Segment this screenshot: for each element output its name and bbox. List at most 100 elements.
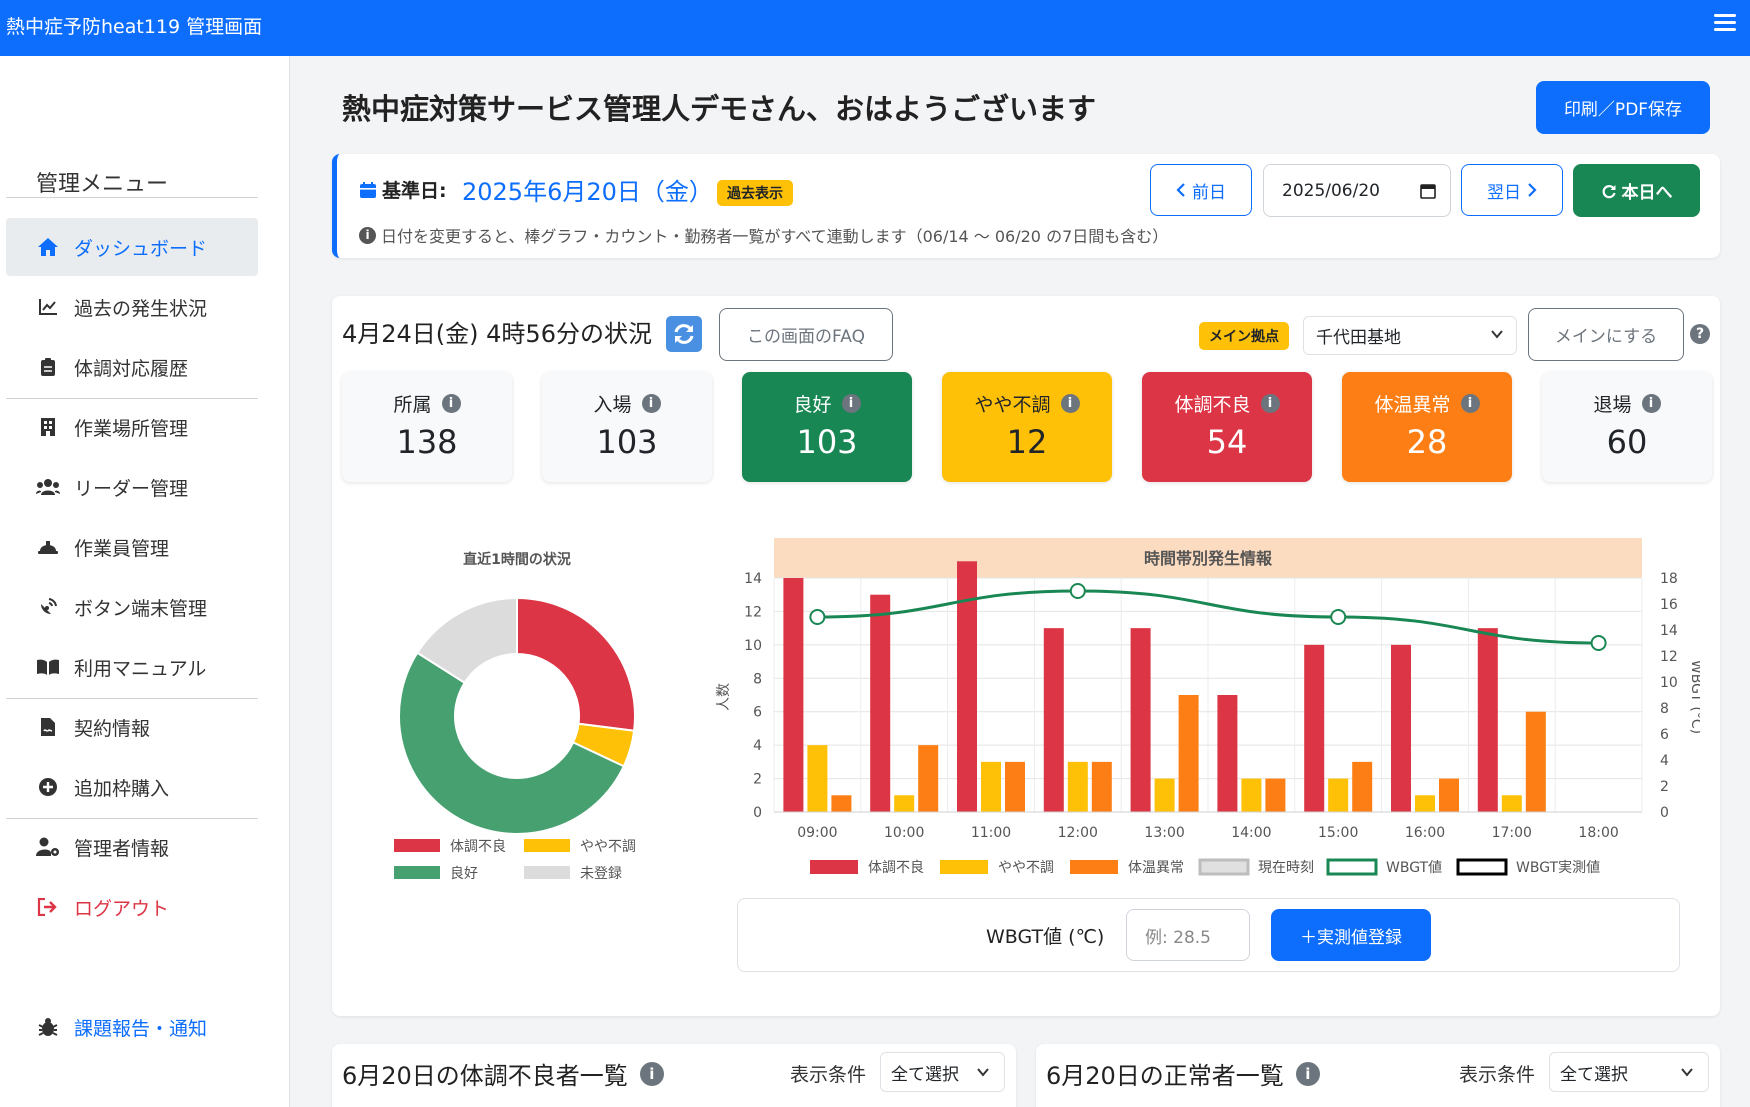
- sidebar-item-purchase[interactable]: 追加枠購入: [6, 758, 258, 816]
- legend-swatch: [394, 839, 440, 852]
- legend-label: 良好: [450, 866, 478, 882]
- status-title: 4月24日(金) 4時56分の状況: [342, 320, 652, 348]
- bar: [807, 745, 828, 812]
- donut-title: 直近1時間の状況: [463, 551, 571, 568]
- x-tick-label: 18:00: [1578, 825, 1618, 841]
- y-tick-label: 0: [753, 805, 762, 821]
- x-tick-label: 14:00: [1231, 825, 1271, 841]
- sidebar-item-contract[interactable]: 契約情報: [6, 698, 258, 756]
- chevron-left-icon: [1176, 183, 1185, 197]
- legend-label: やや不調: [580, 839, 636, 855]
- sidebar-item-workplaces[interactable]: 作業場所管理: [6, 398, 258, 456]
- next-day-button[interactable]: 翌日: [1461, 164, 1563, 216]
- sidebar: 管理メニュー ダッシュボード 過去の発生状況 体調対応履歴 作業場所管理 リーダ…: [0, 56, 290, 1107]
- info-icon[interactable]: i: [841, 394, 861, 413]
- bar: [783, 578, 804, 812]
- y2-tick-label: 2: [1660, 779, 1669, 795]
- today-button[interactable]: 本日へ: [1573, 164, 1700, 217]
- register-measurement-button[interactable]: ＋実測値登録: [1271, 909, 1431, 961]
- set-main-button[interactable]: メインにする: [1528, 308, 1684, 361]
- normal-filter-select[interactable]: 全て選択: [1549, 1052, 1709, 1092]
- calendar-icon: [360, 181, 376, 198]
- date-change-hint: i 日付を変更すると、棒グラフ・カウント・勤務者一覧がすべて連動します（06/1…: [359, 223, 1168, 247]
- y2-tick-label: 4: [1660, 753, 1669, 769]
- reload-icon[interactable]: [666, 316, 702, 352]
- stat-card-entered: 入場 i 103: [542, 372, 712, 482]
- bar: [1265, 778, 1286, 812]
- filter-label: 表示条件: [1459, 1064, 1536, 1086]
- plus-circle-icon: [36, 775, 60, 799]
- normal-list-title: 6月20日の正常者一覧 i: [1046, 1056, 1320, 1091]
- print-pdf-button[interactable]: 印刷／PDF保存: [1536, 81, 1710, 134]
- sidebar-item-label: ボタン端末管理: [74, 597, 208, 620]
- info-icon[interactable]: i: [639, 1061, 664, 1086]
- sidebar-item-manual[interactable]: 利用マニュアル: [6, 638, 258, 696]
- bar: [1328, 778, 1349, 812]
- bar: [1091, 761, 1112, 812]
- reference-date-value: 2025年6月20日（金）: [462, 178, 713, 206]
- faq-button[interactable]: この画面のFAQ: [719, 308, 893, 361]
- site-select[interactable]: 千代田基地: [1303, 316, 1517, 355]
- info-icon[interactable]: i: [1260, 394, 1280, 413]
- sidebar-heading: 管理メニュー: [36, 172, 169, 197]
- x-tick-label: 15:00: [1318, 825, 1358, 841]
- sidebar-item-condition-log[interactable]: 体調対応履歴: [6, 338, 258, 396]
- sidebar-item-issue-report[interactable]: 課題報告・通知: [6, 998, 258, 1056]
- info-icon[interactable]: i: [1295, 1061, 1320, 1086]
- info-icon[interactable]: i: [641, 394, 661, 413]
- line-chart-icon: [36, 295, 60, 319]
- sidebar-item-dashboard[interactable]: ダッシュボード: [6, 218, 258, 276]
- y2-tick-label: 10: [1660, 675, 1678, 691]
- bar: [918, 745, 939, 812]
- bar: [1439, 778, 1459, 812]
- y-tick-label: 10: [744, 638, 762, 654]
- sidebar-item-logout[interactable]: ログアウト: [6, 878, 258, 936]
- sidebar-item-label: 作業員管理: [74, 537, 170, 560]
- bar: [831, 795, 852, 812]
- stat-card-exited: 退場 i 60: [1542, 372, 1712, 482]
- info-icon[interactable]: i: [1060, 394, 1080, 413]
- legend-label: WBGT実測値: [1516, 860, 1600, 876]
- bar: [1130, 628, 1151, 812]
- building-icon: [36, 415, 60, 439]
- sidebar-item-label: ログアウト: [74, 897, 170, 920]
- wbgt-input[interactable]: 例: 28.5: [1126, 909, 1250, 961]
- help-icon[interactable]: ?: [1690, 324, 1710, 344]
- chevron-right-icon: [1528, 183, 1537, 197]
- hamburger-menu-icon[interactable]: [1714, 14, 1736, 32]
- sidebar-item-history[interactable]: 過去の発生状況: [6, 278, 258, 336]
- last-hour-donut-chart: 直近1時間の状況 体調不良 やや不調良好 未登録: [394, 551, 636, 882]
- stat-card-abnormal-temp: 体温異常 i 28: [1342, 372, 1512, 482]
- reference-date-label: 基準日:: [359, 176, 447, 203]
- info-icon[interactable]: i: [441, 394, 461, 413]
- hard-hat-icon: [36, 535, 60, 559]
- legend-label: 体調不良: [450, 839, 506, 855]
- bar: [1217, 695, 1238, 812]
- y2-tick-label: 6: [1660, 727, 1669, 743]
- stat-value: 138: [396, 423, 458, 461]
- wbgt-point: [1069, 583, 1086, 599]
- unwell-filter-select[interactable]: 全て選択: [880, 1052, 1005, 1092]
- stat-value: 60: [1606, 423, 1648, 461]
- sidebar-item-workers[interactable]: 作業員管理: [6, 518, 258, 576]
- bar: [1178, 695, 1199, 812]
- legend-label: 現在時刻: [1258, 860, 1314, 876]
- stat-value: 28: [1406, 423, 1448, 461]
- y2-tick-label: 18: [1660, 571, 1678, 587]
- sidebar-item-admin[interactable]: 管理者情報: [6, 818, 258, 876]
- info-icon[interactable]: i: [1641, 394, 1661, 413]
- y2-tick-label: 0: [1660, 805, 1669, 821]
- wbgt-point: [1330, 609, 1347, 625]
- x-tick-label: 11:00: [971, 825, 1011, 841]
- calendar-picker-icon: [1420, 184, 1436, 199]
- legend-swatch: [940, 860, 988, 874]
- sidebar-item-button-devices[interactable]: ボタン端末管理: [6, 578, 258, 636]
- info-icon[interactable]: i: [1460, 394, 1480, 413]
- sidebar-item-label: リーダー管理: [74, 477, 189, 500]
- bar: [870, 594, 891, 812]
- prev-day-button[interactable]: 前日: [1150, 164, 1252, 216]
- stat-card-unwell: 体調不良 i 54: [1142, 372, 1312, 482]
- sidebar-item-leaders[interactable]: リーダー管理: [6, 458, 258, 516]
- date-picker-input[interactable]: 2025/06/20: [1263, 164, 1451, 217]
- sidebar-item-label: 過去の発生状況: [74, 297, 208, 320]
